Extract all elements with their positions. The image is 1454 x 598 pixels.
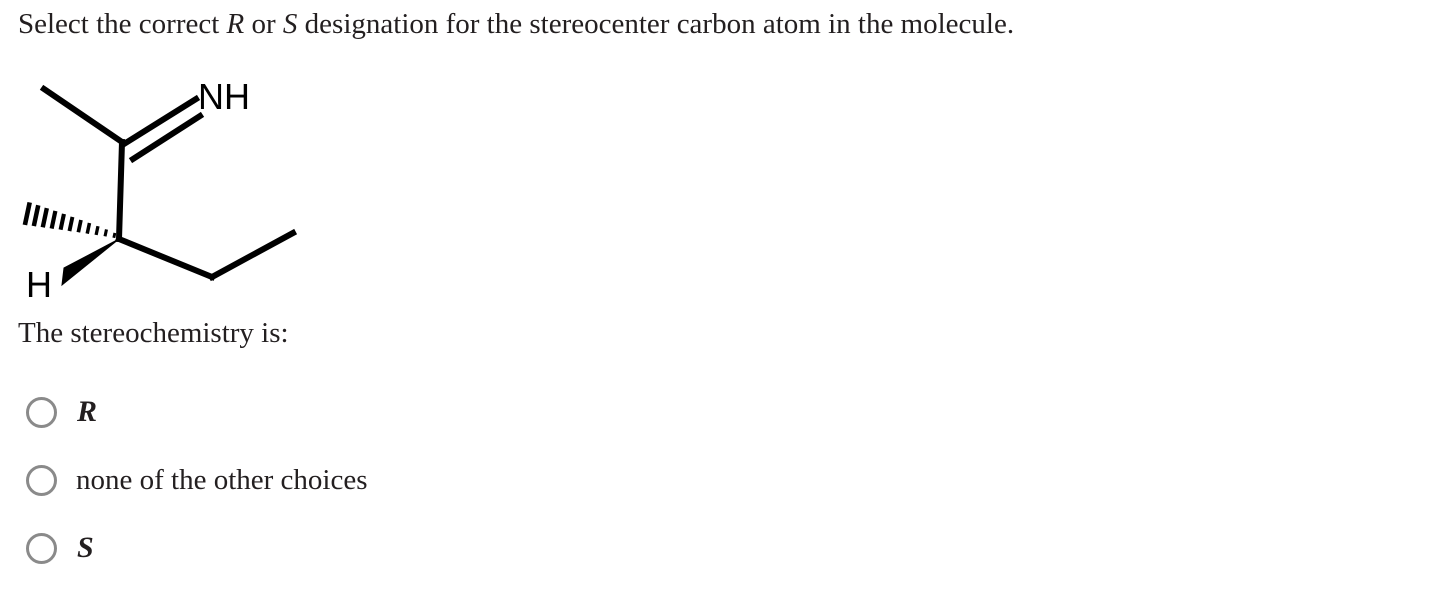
answer-option-s-label[interactable]: S	[57, 531, 94, 565]
answer-option-none[interactable]: none of the other choices	[26, 446, 926, 514]
question-prompt-text-1: Select the correct	[18, 8, 227, 40]
question-prompt-text-2: or	[244, 8, 283, 40]
atom-label-h: H	[26, 264, 52, 305]
bond-imine-carbon-to-stereocenter	[115, 138, 126, 243]
bond-imine-double-line-b	[128, 111, 205, 164]
answer-option-r[interactable]: R	[26, 378, 926, 446]
atom-label-nh: NH	[198, 76, 250, 117]
radio-button-none[interactable]	[26, 464, 57, 496]
bond-ch2-to-ch3	[207, 228, 298, 282]
answer-options-group: R none of the other choices S	[26, 378, 926, 582]
question-prompt: Select the correct R or S designation fo…	[18, 5, 1014, 43]
molecule-structure-diagram: NH H	[0, 56, 340, 306]
radio-button-s[interactable]	[26, 532, 57, 564]
answer-option-none-label[interactable]: none of the other choices	[57, 463, 368, 497]
question-prompt-text-3: designation for the stereocenter carbon …	[297, 8, 1015, 40]
answer-option-r-label[interactable]: R	[57, 395, 97, 429]
bond-hashed-wedge	[22, 201, 117, 239]
radio-button-r[interactable]	[26, 396, 57, 428]
bond-imine-double-line-a	[119, 94, 201, 149]
bond-methyl-to-imine-carbon	[39, 84, 127, 147]
bond-stereocenter-to-ch2	[115, 235, 216, 281]
bond-wedge-to-hydrogen	[61, 238, 120, 287]
question-prompt-s-symbol: S	[282, 8, 298, 40]
question-prompt-r-symbol: R	[226, 8, 245, 40]
stereochemistry-label: The stereochemistry is:	[18, 317, 289, 349]
answer-option-s[interactable]: S	[26, 514, 926, 582]
